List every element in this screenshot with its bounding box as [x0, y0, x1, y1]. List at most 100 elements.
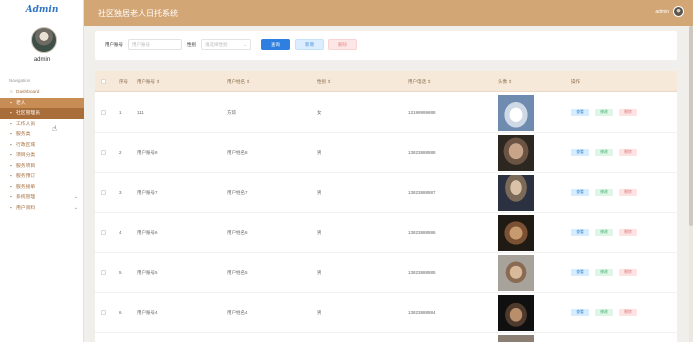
edit-button[interactable]: 修改 — [595, 149, 613, 156]
avatar-image — [498, 255, 534, 291]
sidebar-item-label: 服务项目 — [16, 163, 36, 169]
sidebar-item-label: Dashboard — [16, 90, 40, 95]
gender-select[interactable]: 请选择性别 ⌄ — [201, 39, 251, 50]
grid-icon: ▪ — [10, 194, 12, 199]
add-button[interactable]: 新增 — [295, 39, 324, 50]
cell-index: 5 — [119, 270, 122, 275]
cell-name: 用户姓名4 — [227, 310, 248, 315]
sidebar-item-dashboard[interactable]: ○ Dashboard — [0, 87, 84, 98]
gender-label: 性别 — [187, 42, 196, 47]
cell-gender: 男 — [317, 190, 322, 195]
row-checkbox[interactable] — [101, 190, 106, 195]
cell-name: 用户姓名7 — [227, 190, 248, 195]
cell-phone: 13823888888 — [408, 150, 436, 155]
sidebar-item-label: 项目分类 — [16, 153, 36, 158]
header-username[interactable]: admin — [655, 9, 669, 15]
table-header: 序号 用户账号 ⇕ 用户姓名 ⇕ 性别 ⇕ 用户电话 ⇕ 头像 ⇕ 操作 — [95, 71, 677, 92]
row-checkbox[interactable] — [101, 110, 106, 115]
sidebar-item-profile[interactable]: ▪ 用户资料 ⌄ — [0, 203, 84, 214]
view-button[interactable]: 查看 — [571, 309, 589, 316]
sidebar-item-label: 服务预订 — [16, 174, 36, 179]
page-scrollbar[interactable] — [689, 26, 693, 342]
avatar-image — [498, 215, 534, 251]
row-checkbox[interactable] — [101, 270, 106, 275]
column-header[interactable]: 用户电话 ⇕ — [408, 79, 431, 85]
row-checkbox[interactable] — [101, 150, 106, 155]
sidebar-item-service-item[interactable]: ▪ 服务项目 — [0, 161, 84, 172]
cell-name: 用户姓名6 — [227, 230, 248, 235]
edit-button[interactable]: 修改 — [595, 229, 613, 236]
cell-gender: 男 — [317, 270, 322, 275]
row-delete-button[interactable]: 删除 — [619, 229, 637, 236]
cell-index: 4 — [119, 230, 122, 235]
edit-button[interactable]: 修改 — [595, 269, 613, 276]
view-button[interactable]: 查看 — [571, 269, 589, 276]
account-input[interactable]: 用户账号 — [128, 39, 182, 50]
scrollbar-thumb[interactable] — [689, 26, 693, 226]
sidebar-item-category[interactable]: ▪ 项目分类 — [0, 150, 84, 161]
brand-logo: Admin — [25, 5, 59, 15]
row-delete-button[interactable]: 删除 — [619, 269, 637, 276]
row-checkbox[interactable] — [101, 310, 106, 315]
edit-button[interactable]: 修改 — [595, 109, 613, 116]
row-checkbox[interactable] — [101, 230, 106, 235]
avatar-image — [498, 95, 534, 131]
sidebar-item-label: 老人 — [16, 100, 26, 106]
row-delete-button[interactable]: 删除 — [619, 109, 637, 116]
delete-button[interactable]: 删除 — [328, 39, 357, 50]
search-button[interactable]: 查询 — [261, 39, 290, 50]
grid-icon: ▪ — [10, 131, 12, 136]
sidebar-item-label: 社区管理员 — [16, 111, 40, 116]
avatar-image — [498, 175, 534, 211]
sidebar-item-system[interactable]: ▪ 系统管理 ⌄ — [0, 192, 84, 203]
select-all-checkbox[interactable] — [101, 79, 106, 84]
cell-account: 用户账号4 — [137, 310, 158, 315]
sidebar-item-community-admin[interactable]: ▪ 社区管理员 — [0, 108, 84, 119]
cell-index: 2 — [119, 150, 122, 155]
sidebar-item-booking[interactable]: ▪ 服务预订 — [0, 171, 84, 182]
sidebar-item-region[interactable]: ▪ 行政区域 — [0, 140, 84, 151]
row-delete-button[interactable]: 删除 — [619, 149, 637, 156]
column-header: 操作 — [571, 79, 580, 84]
sidebar-item-staff[interactable]: ▪ 工作人员 — [0, 119, 84, 130]
cell-gender: 男 — [317, 230, 322, 235]
grid-icon: ▪ — [10, 99, 12, 105]
sidebar-nav: ○ Dashboard ▪ 老人 ▪ 社区管理员 ▪ 工作人员 ▪ 服务类 ▪ 行政区域 ▪… — [0, 87, 84, 213]
edit-button[interactable]: 修改 — [595, 189, 613, 196]
row-delete-button[interactable]: 删除 — [619, 309, 637, 316]
gender-select-placeholder: 请选择性别 — [205, 42, 228, 47]
chevron-down-icon: ⌄ — [243, 42, 247, 47]
sidebar-item-orders[interactable]: ▪ 服务接单 — [0, 182, 84, 193]
cell-index: 6 — [119, 310, 122, 315]
sidebar-item-label: 工作人员 — [16, 121, 36, 127]
view-button[interactable]: 查看 — [571, 229, 589, 236]
view-button[interactable]: 查看 — [571, 149, 589, 156]
grid-icon: ▪ — [10, 183, 12, 189]
header-avatar[interactable] — [673, 6, 684, 17]
cell-gender: 女 — [317, 110, 322, 115]
edit-button[interactable]: 修改 — [595, 309, 613, 316]
cell-phone: 13823888886 — [408, 230, 436, 235]
chevron-down-icon: ⌄ — [73, 204, 78, 211]
view-button[interactable]: 查看 — [571, 109, 589, 116]
table-row: 1 111 方琼 女 13199999888 查看 修改 删除 — [95, 93, 677, 133]
column-header: 序号 — [119, 79, 128, 84]
sidebar-item-service-type[interactable]: ▪ 服务类 — [0, 129, 84, 140]
sidebar-item-label: 服务类 — [16, 132, 31, 137]
cell-gender: 男 — [317, 310, 322, 315]
grid-icon: ▪ — [10, 204, 12, 210]
column-header[interactable]: 性别 ⇕ — [317, 79, 331, 85]
sidebar-avatar[interactable] — [31, 27, 57, 53]
avatar-image — [498, 295, 534, 331]
search-panel: 用户账号 用户账号 性别 请选择性别 ⌄ 查询 新增 删除 — [95, 31, 677, 60]
row-delete-button[interactable]: 删除 — [619, 189, 637, 196]
sidebar-item-elderly[interactable]: ▪ 老人 — [0, 97, 84, 108]
column-header[interactable]: 用户账号 ⇕ — [137, 79, 160, 85]
sidebar: Admin admin Navigation ○ Dashboard ▪ 老人 ▪ 社… — [0, 0, 84, 342]
table-row: 2 用户账号8 用户姓名8 男 13823888888 查看 修改 删除 — [95, 133, 677, 173]
column-header[interactable]: 用户姓名 ⇕ — [227, 79, 250, 85]
column-header[interactable]: 头像 ⇕ — [498, 79, 512, 85]
data-table: 序号 用户账号 ⇕ 用户姓名 ⇕ 性别 ⇕ 用户电话 ⇕ 头像 ⇕ 操作 1 1… — [95, 71, 677, 342]
view-button[interactable]: 查看 — [571, 189, 589, 196]
mouse-cursor-icon: ☝ — [52, 124, 57, 133]
